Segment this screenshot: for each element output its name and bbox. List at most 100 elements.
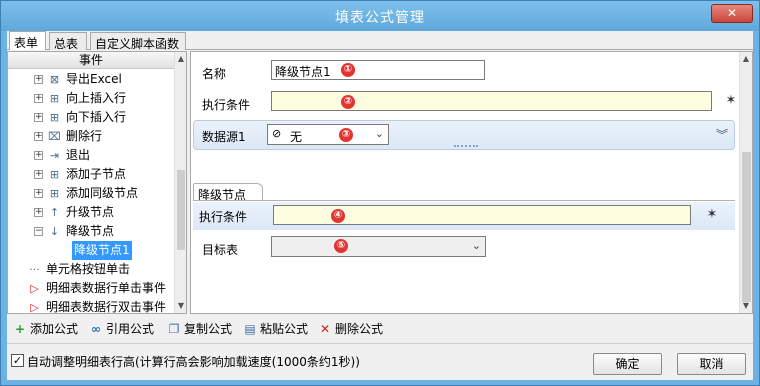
- add-sibling-node-icon: ⊞: [49, 187, 60, 200]
- expand-icon[interactable]: +: [34, 151, 43, 160]
- tab-custom-script[interactable]: 自定义脚本函数: [90, 32, 186, 51]
- dialog-client: 表单 总表 自定义脚本函数 事件 + ⊠ 导出Excel + ⊞ 向上插入行 + ⊞ 向下插入行…: [7, 31, 753, 380]
- tree-node[interactable]: + ⊞ 向上插入行: [8, 89, 174, 108]
- condition-field[interactable]: [271, 91, 712, 111]
- tree-node-label: 升级节点: [66, 205, 115, 219]
- name-label: 名称: [202, 67, 227, 81]
- toolbar-button-label: 粘贴公式: [260, 322, 309, 336]
- copy-icon: ❐: [168, 322, 180, 336]
- datasource-select[interactable]: ⊘ 无 ⌄: [267, 124, 389, 145]
- formula-toolbar: + 添加公式 ∞ 引用公式 ❐ 复制公式 ▤ 粘贴公式 ✕ 删除公式: [7, 317, 753, 341]
- callout-badge-3: ③: [339, 128, 353, 142]
- tree-node[interactable]: + ⊞ 向下插入行: [8, 108, 174, 127]
- none-datasource-icon: ⊘: [272, 127, 282, 140]
- tree-node[interactable]: + ⊠ 导出Excel: [8, 70, 174, 89]
- paste-formula-button[interactable]: ▤ 粘贴公式: [243, 320, 308, 338]
- expand-icon[interactable]: +: [34, 208, 43, 217]
- title-bar: 填表公式管理 ✕: [1, 1, 759, 31]
- tree-node[interactable]: + ⇥ 退出: [8, 146, 174, 165]
- collapse-icon[interactable]: −: [34, 227, 43, 236]
- splitter-grip[interactable]: [454, 145, 478, 148]
- formula-editor-panel: 名称 降级节点1 ① 执行条件 ② ✶ 数据源1 ⊘ 无 ⌄ ③ ︾ 降级节点: [190, 51, 753, 314]
- tree-node-label: 明细表数据行双击事件: [46, 300, 167, 313]
- tree-scroll-thumb[interactable]: [177, 170, 185, 250]
- condition-label: 执行条件: [202, 98, 251, 112]
- flag-icon: ▷: [30, 282, 39, 295]
- event-tree-header: 事件: [8, 52, 174, 69]
- arrow-down-icon: ↓: [49, 225, 60, 238]
- name-field[interactable]: 降级节点1: [271, 60, 485, 80]
- tree-scrollbar[interactable]: ▲ ▼: [174, 52, 186, 313]
- arrow-up-icon: ↑: [49, 206, 60, 219]
- toolbar-button-label: 删除公式: [335, 322, 384, 336]
- window-title: 填表公式管理: [335, 10, 425, 26]
- event-tree: + ⊠ 导出Excel + ⊞ 向上插入行 + ⊞ 向下插入行 + ⌧ 删除行 + ⇥ 退出 + ⊞ 添加子节点 +…: [8, 69, 174, 313]
- target-table-label: 目标表: [202, 243, 239, 257]
- insert-row-up-icon: ⊞: [49, 92, 60, 105]
- scroll-down-icon[interactable]: ▼: [176, 301, 186, 311]
- tree-node-label: 向上插入行: [66, 91, 127, 105]
- tree-node[interactable]: + ⊞ 添加子节点: [8, 165, 174, 184]
- delete-formula-button[interactable]: ✕ 删除公式: [318, 320, 383, 338]
- section-condition-row: 执行条件 ④ ✶: [193, 202, 735, 230]
- toolbar-button-label: 引用公式: [106, 322, 155, 336]
- toolbar-button-label: 复制公式: [184, 322, 233, 336]
- tab-bar: 表单 总表 自定义脚本函数: [7, 31, 753, 51]
- link-icon: ∞: [91, 322, 101, 336]
- toolbar-button-label: 添加公式: [30, 322, 79, 336]
- tree-node[interactable]: 降级节点1: [8, 241, 174, 260]
- event-tree-panel: 事件 + ⊠ 导出Excel + ⊞ 向上插入行 + ⊞ 向下插入行 + ⌧ 删除行 + ⇥ 退出 + ⊞ 添加子…: [7, 51, 187, 314]
- tab-summary[interactable]: 总表: [49, 32, 87, 51]
- expand-icon[interactable]: +: [34, 113, 43, 122]
- formula-wizard-icon[interactable]: ✶: [704, 207, 720, 223]
- formula-wizard-icon[interactable]: ✶: [723, 93, 739, 109]
- target-table-select[interactable]: ⌄: [271, 236, 486, 257]
- expand-icon[interactable]: +: [34, 94, 43, 103]
- close-icon: ✕: [726, 6, 738, 20]
- dialog-footer: ✓ 自动调整明细表行高(计算行高会影响加载速度(1000条约1秒)) 确定 取消: [7, 343, 753, 380]
- link-formula-button[interactable]: ∞ 引用公式: [89, 320, 154, 338]
- dots-icon: ···: [29, 263, 40, 276]
- tree-node-label: 降级节点: [66, 224, 115, 238]
- expand-icon[interactable]: +: [34, 75, 43, 84]
- tree-node-label: 添加同级节点: [66, 186, 139, 200]
- auto-height-checkbox[interactable]: ✓: [11, 354, 24, 367]
- tree-node[interactable]: + ⊞ 添加同级节点: [8, 184, 174, 203]
- callout-badge-1: ①: [341, 63, 355, 77]
- editor-scroll-thumb[interactable]: [742, 152, 751, 302]
- expand-icon[interactable]: +: [34, 132, 43, 141]
- scroll-up-icon[interactable]: ▲: [176, 54, 186, 64]
- scroll-up-icon[interactable]: ▲: [741, 54, 751, 64]
- flag-icon: ▷: [30, 301, 39, 313]
- ok-button[interactable]: 确定: [593, 353, 662, 375]
- editor-scrollbar[interactable]: ▲ ▼: [739, 52, 752, 313]
- cancel-button[interactable]: 取消: [677, 353, 746, 375]
- tree-node[interactable]: ▷ 明细表数据行单击事件: [8, 279, 174, 298]
- tree-node[interactable]: + ↑ 升级节点: [8, 203, 174, 222]
- chevron-down-icon: ⌄: [471, 239, 481, 252]
- tree-node-label: 单元格按钮单击: [46, 262, 131, 276]
- add-formula-button[interactable]: + 添加公式: [13, 320, 78, 338]
- tree-node-label: 明细表数据行单击事件: [46, 281, 167, 295]
- tree-node[interactable]: ▷ 明细表数据行双击事件: [8, 298, 174, 313]
- tree-node[interactable]: + ⌧ 删除行: [8, 127, 174, 146]
- close-button[interactable]: ✕: [711, 4, 753, 23]
- callout-badge-5: ⑤: [334, 239, 348, 253]
- scroll-down-icon[interactable]: ▼: [741, 301, 751, 311]
- tree-node[interactable]: − ↓ 降级节点: [8, 222, 174, 241]
- tree-node[interactable]: ··· 单元格按钮单击: [8, 260, 174, 279]
- tree-node-label: 导出Excel: [66, 72, 122, 86]
- insert-row-down-icon: ⊞: [49, 111, 60, 124]
- tab-form[interactable]: 表单: [9, 31, 46, 50]
- collapse-chevron-icon[interactable]: ︾: [716, 126, 728, 143]
- auto-height-label: 自动调整明细表行高(计算行高会影响加载速度(1000条约1秒)): [27, 355, 360, 369]
- delete-icon: ✕: [319, 322, 331, 336]
- callout-badge-2: ②: [341, 95, 355, 109]
- tree-node-label: 降级节点1: [72, 241, 132, 260]
- section-tab-demote-node: 降级节点: [193, 183, 263, 202]
- expand-icon[interactable]: +: [34, 170, 43, 179]
- expand-icon[interactable]: +: [34, 189, 43, 198]
- section-condition-label: 执行条件: [199, 210, 248, 224]
- copy-formula-button[interactable]: ❐ 复制公式: [167, 320, 232, 338]
- tree-node-label: 退出: [66, 148, 91, 162]
